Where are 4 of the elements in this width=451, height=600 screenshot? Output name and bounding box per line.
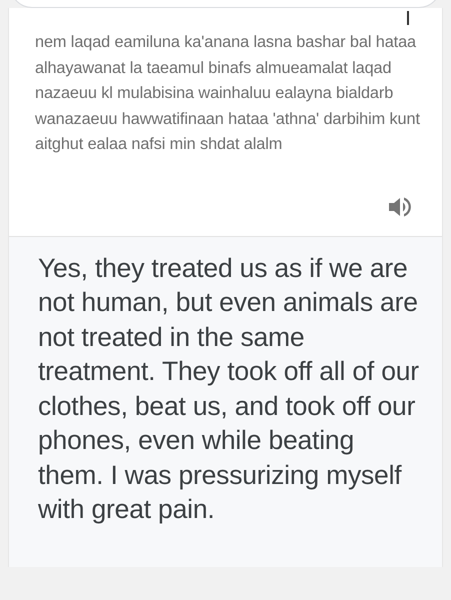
speaker-icon[interactable] [388, 196, 412, 218]
translation-text: Yes, they treated us as if we are not human, but even animals are not treated in the same treatment. They took off all of our clothes, beat us, and took off our phones, even while beating them. I was pressurizing myself with great pain. [38, 252, 420, 526]
transliteration-text: nem laqad eamiluna ka'anana lasna bashar bal hataa alhayawanat la taeamul binafs almueamalat laqad nazaeuu kl mulabisina wainhaluu ealayna bialdarb wanazaeuu hawwatifinaan hataa 'athna' darbihim kunt aitghut ealaa nafsi min shdat alalm [35, 32, 421, 155]
text-cursor [407, 11, 409, 25]
